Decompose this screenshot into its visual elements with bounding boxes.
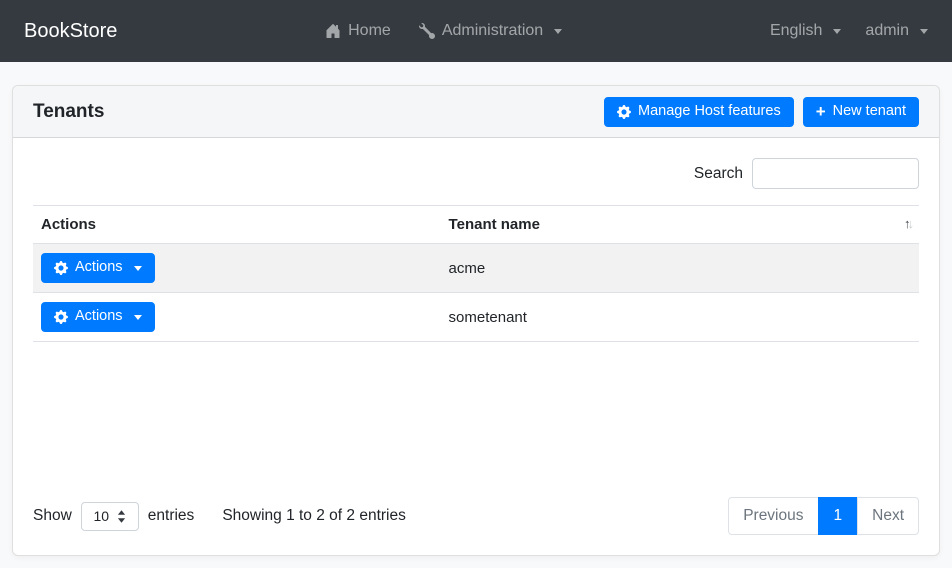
- page-1-button[interactable]: 1: [818, 497, 859, 535]
- username-label: admin: [865, 22, 909, 40]
- sort-asc-icon: ↑↓: [904, 216, 911, 231]
- page-size-control: Show 10 entries: [33, 502, 194, 531]
- show-label: Show: [33, 507, 72, 525]
- page-title: Tenants: [33, 101, 104, 123]
- chevron-down-icon: [920, 29, 928, 34]
- language-label: English: [770, 22, 822, 40]
- entries-label: entries: [148, 507, 195, 525]
- home-icon: [325, 23, 341, 39]
- header-buttons: Manage Host features + New tenant: [604, 97, 919, 127]
- brand-logo[interactable]: BookStore: [24, 20, 117, 43]
- gear-icon: [54, 310, 68, 324]
- previous-button[interactable]: Previous: [728, 497, 818, 535]
- chevron-down-icon: [134, 315, 142, 320]
- tenant-name-cell: sometenant: [441, 293, 919, 342]
- tenant-name-cell: acme: [441, 244, 919, 293]
- table-row: Actions sometenant: [33, 293, 919, 342]
- app-screen: BookStore Home Administration English: [0, 0, 952, 568]
- main-menu: Home Administration: [117, 22, 770, 40]
- actions-cell: Actions: [33, 293, 441, 342]
- row-actions-label: Actions: [75, 308, 123, 325]
- user-dropdown[interactable]: admin: [865, 22, 928, 40]
- main-content: Tenants Manage Host features + New tenan…: [0, 62, 952, 556]
- table-head: Actions Tenant name ↑↓: [33, 206, 919, 244]
- row-actions-label: Actions: [75, 259, 123, 276]
- new-tenant-label: New tenant: [833, 103, 906, 120]
- row-actions-button[interactable]: Actions: [41, 253, 155, 283]
- new-tenant-button[interactable]: + New tenant: [803, 97, 919, 127]
- chevron-down-icon: [833, 29, 841, 34]
- navbar-right: English admin: [770, 22, 928, 40]
- tenants-card: Tenants Manage Host features + New tenan…: [12, 85, 940, 556]
- nav-administration-label: Administration: [442, 22, 543, 40]
- table-empty-space: [33, 342, 919, 497]
- chevron-down-icon: [554, 29, 562, 34]
- column-header-actions: Actions: [33, 206, 441, 244]
- page-size-value: 10: [93, 508, 109, 524]
- plus-icon: +: [816, 103, 826, 120]
- table-row: Actions acme: [33, 244, 919, 293]
- nav-item-administration[interactable]: Administration: [419, 22, 562, 40]
- search-label: Search: [694, 165, 743, 183]
- card-body: Search Actions Tenant name ↑↓: [13, 138, 939, 555]
- gear-icon: [617, 105, 631, 119]
- search-input[interactable]: [752, 158, 919, 189]
- up-down-arrows-icon: [117, 510, 126, 523]
- pagination: Previous 1 Next: [728, 497, 919, 535]
- table-footer: Show 10 entries Showing 1 to 2 of 2 entr…: [33, 497, 919, 535]
- nav-home-label: Home: [348, 22, 391, 40]
- actions-cell: Actions: [33, 244, 441, 293]
- tenants-table: Actions Tenant name ↑↓: [33, 205, 919, 342]
- column-header-tenant-name[interactable]: Tenant name ↑↓: [441, 206, 919, 244]
- row-actions-button[interactable]: Actions: [41, 302, 155, 332]
- tenant-name-header-label: Tenant name: [449, 216, 540, 233]
- nav-item-home[interactable]: Home: [325, 22, 391, 40]
- table-body: Actions acme: [33, 244, 919, 342]
- chevron-down-icon: [134, 266, 142, 271]
- navbar: BookStore Home Administration English: [0, 0, 952, 62]
- search-row: Search: [33, 158, 919, 189]
- gear-icon: [54, 261, 68, 275]
- next-button[interactable]: Next: [857, 497, 919, 535]
- manage-host-features-label: Manage Host features: [638, 103, 781, 120]
- language-dropdown[interactable]: English: [770, 22, 841, 40]
- manage-host-features-button[interactable]: Manage Host features: [604, 97, 794, 127]
- card-header: Tenants Manage Host features + New tenan…: [13, 86, 939, 138]
- wrench-icon: [419, 23, 435, 39]
- table-info: Showing 1 to 2 of 2 entries: [222, 507, 406, 525]
- page-size-select[interactable]: 10: [81, 502, 139, 531]
